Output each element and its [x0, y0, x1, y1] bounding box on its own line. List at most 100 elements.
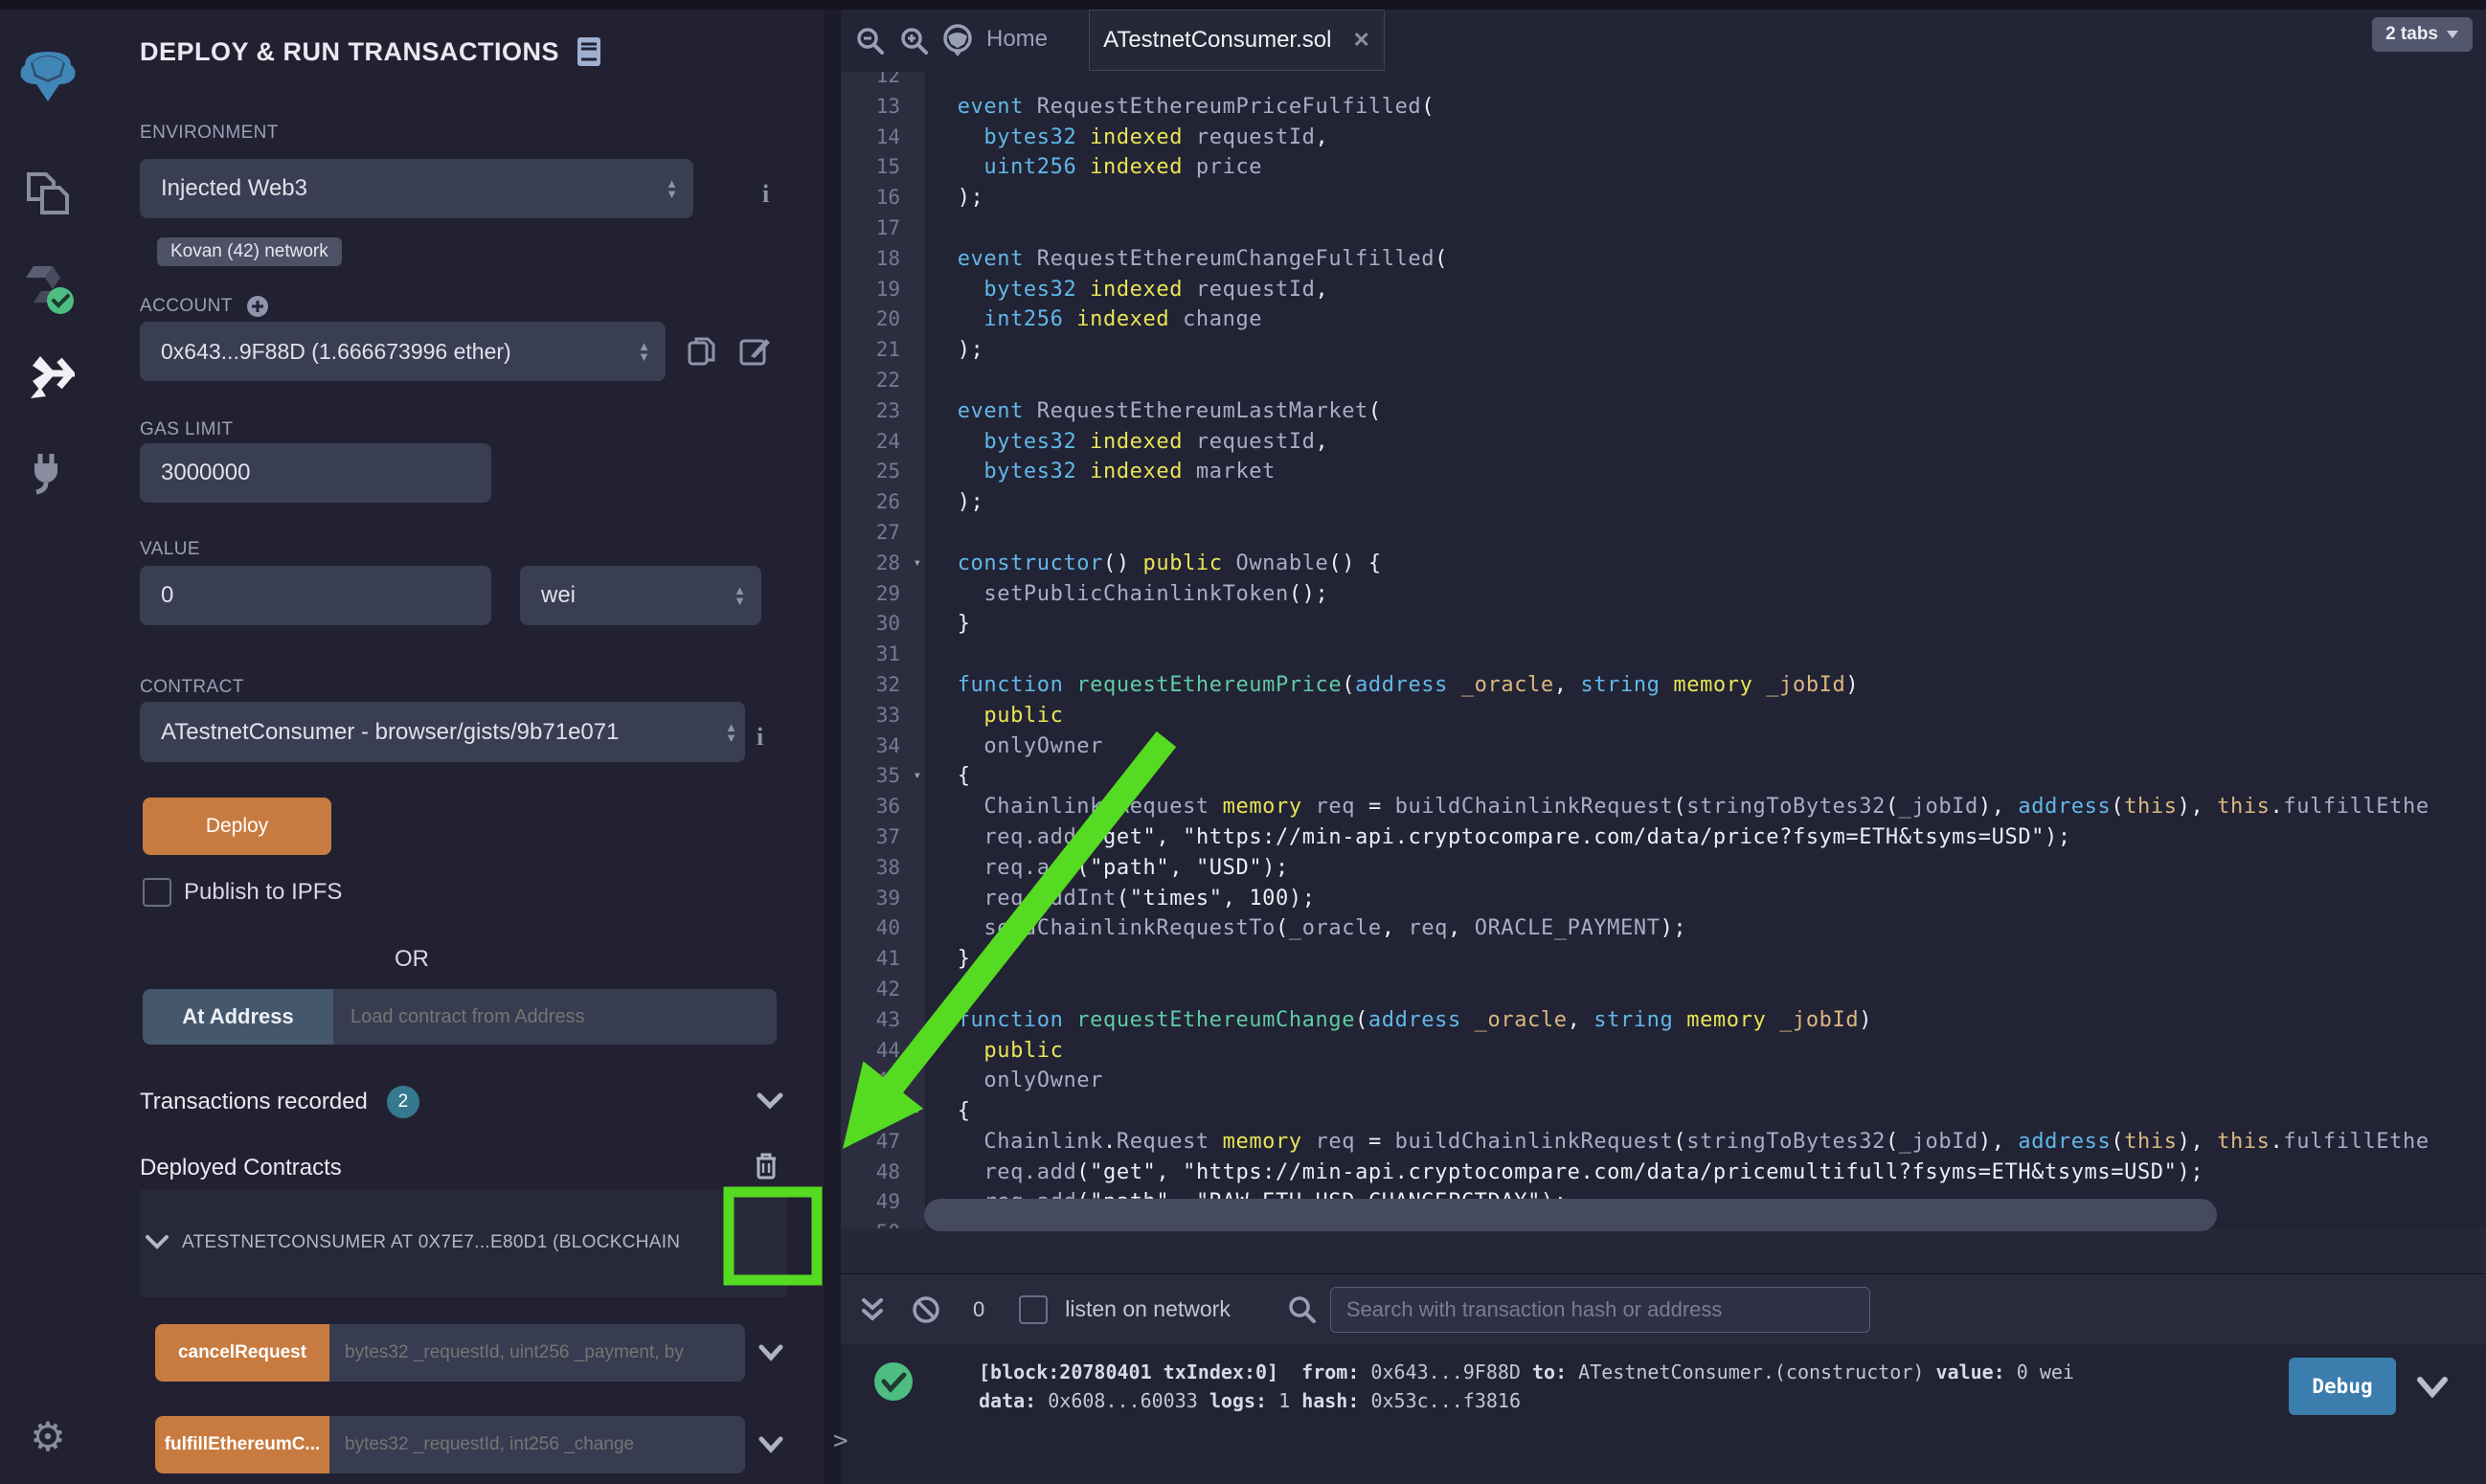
tab-home[interactable]: Home — [986, 26, 1048, 53]
code-line: ); — [925, 487, 2486, 518]
terminal-prompt[interactable]: > — [833, 1427, 848, 1455]
account-label: ACCOUNT — [140, 296, 233, 317]
line-number: 14 — [841, 123, 925, 153]
remix-logo-icon[interactable] — [0, 48, 96, 107]
expand-terminal-icon[interactable] — [860, 1296, 885, 1323]
value-input[interactable] — [140, 566, 491, 625]
add-account-icon[interactable] — [246, 295, 269, 318]
terminal-toolbar: 0 listen on network — [841, 1273, 2486, 1344]
code-line: bytes32 indexed requestId, — [925, 427, 2486, 458]
line-number: 45 — [841, 1066, 925, 1096]
code-line — [925, 366, 2486, 396]
code-line: } — [925, 944, 2486, 975]
terminal-search-input[interactable] — [1330, 1287, 1870, 1333]
code-line: ); — [925, 335, 2486, 366]
code-line: bytes32 indexed requestId, — [925, 123, 2486, 153]
line-number: 40 — [841, 913, 925, 944]
line-number: 48 — [841, 1158, 925, 1188]
line-number: 30 — [841, 609, 925, 640]
document-icon — [576, 36, 601, 67]
line-number: 46▾ — [841, 1096, 925, 1127]
line-number: 21 — [841, 335, 925, 366]
panel-editor-separator[interactable] — [824, 10, 841, 1484]
code-line: sendChainlinkRequestTo(_oracle, req, ORA… — [925, 913, 2486, 944]
cancelRequest-button[interactable]: cancelRequest — [155, 1324, 329, 1382]
clear-instances-trash-icon[interactable] — [753, 1151, 780, 1181]
environment-info-icon[interactable]: i — [762, 180, 769, 209]
zoom-in-icon[interactable] — [900, 27, 929, 56]
gas-limit-input[interactable] — [140, 443, 491, 503]
listen-network-checkbox[interactable] — [1019, 1295, 1048, 1324]
publish-ipfs-checkbox[interactable] — [143, 878, 171, 907]
window-top-strip — [0, 0, 2486, 10]
clear-console-icon[interactable] — [912, 1295, 940, 1324]
copy-account-icon[interactable] — [688, 335, 718, 368]
code-line — [925, 518, 2486, 549]
code-line: Chainlink.Request memory req = buildChai… — [925, 792, 2486, 822]
file-explorer-icon[interactable] — [0, 170, 96, 218]
horizontal-scroll-track — [841, 1228, 2486, 1273]
code-line: public — [925, 1036, 2486, 1067]
deploy-button[interactable]: Deploy — [143, 798, 331, 855]
fold-icon[interactable]: ▾ — [914, 549, 921, 579]
code-editor[interactable]: 1213141516171819202122232425262728▾29303… — [841, 72, 2486, 1228]
code-line: uint256 indexed price — [925, 152, 2486, 183]
select-arrows-icon: ▲▼ — [638, 341, 650, 362]
line-number: 17 — [841, 214, 925, 244]
icon-rail: ⚙ — [0, 10, 97, 1484]
tab-atestnetconsumer[interactable]: ATestnetConsumer.sol ✕ — [1089, 10, 1385, 71]
tx-expand-chevron-icon[interactable] — [2417, 1377, 2448, 1398]
function-row: fulfillEthereumC... — [155, 1416, 745, 1473]
at-address-button[interactable]: At Address — [143, 989, 333, 1045]
function-row: cancelRequest — [155, 1324, 745, 1382]
transactions-chevron-icon[interactable] — [757, 1091, 783, 1111]
fulfillEthereumChange-button[interactable]: fulfillEthereumC... — [155, 1416, 329, 1473]
line-number: 50 — [841, 1218, 925, 1228]
fold-icon[interactable]: ▾ — [914, 761, 921, 792]
contract-info-icon[interactable]: i — [757, 723, 763, 752]
value-unit-select[interactable]: wei ▲▼ — [520, 566, 761, 625]
edit-account-icon[interactable] — [739, 335, 772, 368]
tx-log-line2[interactable]: data: 0x608...60033 logs: 1 hash: 0x53c.… — [979, 1386, 1521, 1415]
code-line: public — [925, 701, 2486, 731]
solidity-compiler-icon[interactable] — [0, 260, 96, 316]
gutter: 1213141516171819202122232425262728▾29303… — [841, 72, 925, 1228]
line-number: 42 — [841, 975, 925, 1005]
code-lines: event RequestEthereumPriceFulfilled( byt… — [925, 72, 2486, 1228]
line-number: 22 — [841, 366, 925, 396]
environment-select[interactable]: Injected Web3 ▲▼ — [140, 159, 693, 218]
code-line: function requestEthereumPrice(address _o… — [925, 670, 2486, 701]
account-select[interactable]: 0x643...9F88D (1.666673996 ether) ▲▼ — [140, 322, 666, 381]
transactions-recorded-label: Transactions recorded — [140, 1089, 368, 1115]
code-line: event RequestEthereumChangeFulfilled( — [925, 244, 2486, 275]
contract-select[interactable]: ATestnetConsumer - browser/gists/9b71e07… — [140, 702, 745, 762]
deploy-run-icon[interactable] — [0, 354, 96, 404]
code-line: ); — [925, 183, 2486, 214]
settings-gear-icon[interactable]: ⚙ — [0, 1413, 96, 1460]
contract-label: CONTRACT — [140, 677, 244, 698]
debug-button[interactable]: Debug — [2289, 1358, 2396, 1415]
line-number: 20 — [841, 304, 925, 335]
cancelRequest-expand-icon[interactable] — [758, 1344, 783, 1362]
line-number: 26 — [841, 487, 925, 518]
instance-title[interactable]: ATESTNETCONSUMER AT 0X7E7...E80D1 (BLOCK… — [182, 1232, 714, 1253]
line-number: 39 — [841, 884, 925, 914]
fold-icon[interactable]: ▾ — [914, 1096, 921, 1127]
or-separator: OR — [96, 946, 728, 973]
tx-log-line1[interactable]: [block:20780401 txIndex:0] from: 0x643..… — [979, 1358, 2074, 1386]
at-address-input[interactable] — [333, 989, 777, 1045]
horizontal-scrollbar[interactable] — [924, 1199, 2217, 1231]
cancelRequest-args-input[interactable] — [329, 1324, 745, 1382]
home-tab-icon[interactable] — [940, 23, 975, 57]
deploy-run-panel: DEPLOY & RUN TRANSACTIONS ENVIRONMENT In… — [96, 10, 824, 1484]
zoom-out-icon[interactable] — [856, 27, 885, 56]
line-number: 38 — [841, 853, 925, 884]
instance-expand-chevron-icon[interactable] — [146, 1234, 169, 1250]
fulfillEthereumChange-args-input[interactable] — [329, 1416, 745, 1473]
line-number: 24 — [841, 427, 925, 458]
close-tab-icon[interactable]: ✕ — [1352, 28, 1369, 53]
plugin-manager-icon[interactable] — [0, 446, 96, 496]
fulfillEthereumChange-expand-icon[interactable] — [758, 1436, 783, 1454]
tabs-count-dropdown[interactable]: 2 tabs — [2372, 17, 2473, 52]
code-line: req.add("get", "https://min-api.cryptoco… — [925, 822, 2486, 853]
